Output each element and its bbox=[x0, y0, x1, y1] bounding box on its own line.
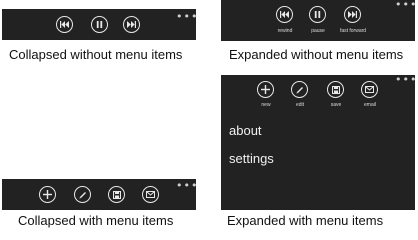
pause-label: pause bbox=[311, 28, 325, 34]
rewind-button[interactable] bbox=[276, 6, 293, 23]
fast-forward-icon bbox=[348, 11, 357, 18]
application-bar: ••• bbox=[2, 9, 198, 40]
email-label: email bbox=[364, 102, 376, 108]
pause-button[interactable] bbox=[91, 16, 108, 33]
email-icon bbox=[146, 191, 155, 198]
email-icon bbox=[365, 86, 374, 93]
new-button[interactable] bbox=[257, 81, 274, 98]
caption: Collapsed with menu items bbox=[18, 213, 174, 228]
rewind-icon bbox=[60, 21, 69, 28]
pencil-icon bbox=[78, 191, 86, 199]
edit-button[interactable] bbox=[291, 81, 308, 98]
caption: Expanded with menu items bbox=[227, 213, 384, 228]
save-icon bbox=[331, 85, 340, 94]
caption: Collapsed without menu items bbox=[9, 47, 183, 62]
overflow-dots[interactable]: ••• bbox=[395, 74, 417, 85]
pencil-icon bbox=[295, 86, 303, 94]
pause-icon bbox=[314, 11, 321, 18]
overflow-dots[interactable]: ••• bbox=[176, 180, 198, 191]
caption: Expanded without menu items bbox=[229, 47, 404, 62]
fast-forward-button[interactable] bbox=[344, 6, 361, 23]
fast-forward-label: fast forward bbox=[339, 28, 367, 34]
add-icon bbox=[261, 85, 270, 94]
email-button[interactable] bbox=[142, 186, 159, 203]
new-button[interactable] bbox=[39, 186, 56, 203]
overflow-dots[interactable]: ••• bbox=[395, 0, 417, 10]
application-bar: ••• bbox=[2, 179, 198, 210]
application-bar: new edit save email ••• about settings bbox=[221, 74, 417, 210]
fast-forward-button[interactable] bbox=[123, 16, 140, 33]
email-button[interactable] bbox=[361, 81, 378, 98]
rewind-button[interactable] bbox=[56, 16, 73, 33]
menu-item-settings[interactable]: settings bbox=[229, 151, 274, 166]
overflow-dots[interactable]: ••• bbox=[176, 11, 198, 22]
save-button[interactable] bbox=[108, 186, 125, 203]
application-bar: rewind pause fast forward ••• bbox=[221, 0, 417, 41]
pause-button[interactable] bbox=[309, 6, 326, 23]
menu-item-about[interactable]: about bbox=[229, 123, 262, 138]
add-icon bbox=[43, 190, 52, 199]
pause-icon bbox=[96, 21, 103, 28]
save-button[interactable] bbox=[327, 81, 344, 98]
fast-forward-icon bbox=[127, 21, 136, 28]
rewind-icon bbox=[280, 11, 289, 18]
save-icon bbox=[112, 190, 121, 199]
edit-button[interactable] bbox=[74, 186, 91, 203]
edit-label: edit bbox=[295, 102, 305, 108]
